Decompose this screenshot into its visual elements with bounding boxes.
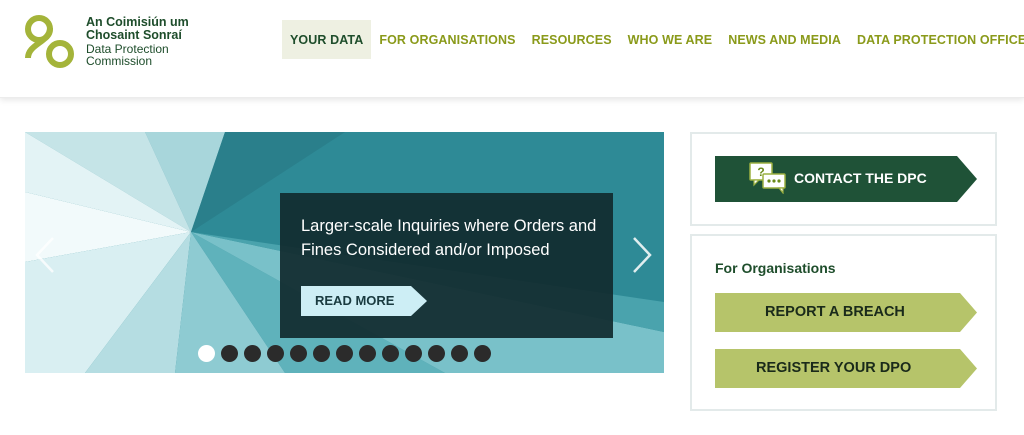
carousel-slide-title: Larger-scale Inquiries where Orders and …	[301, 217, 597, 259]
contact-panel: ? CONTACT THE DPC	[690, 132, 997, 226]
logo-line-4: Commission	[86, 54, 153, 69]
contact-dpc-button[interactable]: ? CONTACT THE DPC	[715, 156, 977, 202]
carousel-dot[interactable]	[359, 345, 376, 362]
nav-resources[interactable]: RESOURCES	[524, 20, 620, 59]
site-header: An Coimisiún um Chosaint Sonraí Data Pro…	[0, 0, 1024, 98]
carousel-dot[interactable]	[405, 345, 422, 362]
carousel-dot[interactable]	[244, 345, 261, 362]
carousel-dot[interactable]	[313, 345, 330, 362]
carousel-dot[interactable]	[290, 345, 307, 362]
nav-data-protection-officers[interactable]: DATA PROTECTION OFFICERS	[849, 20, 1024, 59]
read-more-label: READ MORE	[315, 293, 395, 308]
carousel-dot[interactable]	[198, 345, 215, 362]
organisations-heading: For Organisations	[715, 260, 836, 276]
carousel-dot[interactable]	[221, 345, 238, 362]
read-more-button[interactable]: READ MORE	[301, 286, 427, 316]
carousel-dot[interactable]	[474, 345, 491, 362]
nav-who-we-are[interactable]: WHO WE ARE	[620, 20, 721, 59]
dpc-logo[interactable]: An Coimisiún um Chosaint Sonraí Data Pro…	[22, 14, 192, 70]
report-breach-button[interactable]: REPORT A BREACH	[715, 293, 977, 332]
carousel-caption: Larger-scale Inquiries where Orders and …	[280, 193, 613, 338]
carousel-dot[interactable]	[382, 345, 399, 362]
hero-carousel: Larger-scale Inquiries where Orders and …	[25, 132, 664, 373]
carousel-dot[interactable]	[451, 345, 468, 362]
carousel-prev-arrow-icon[interactable]	[33, 235, 57, 275]
chat-bubbles-icon: ?	[749, 162, 786, 194]
register-dpo-label: REGISTER YOUR DPO	[756, 360, 912, 376]
carousel-next-arrow-icon[interactable]	[630, 235, 654, 275]
contact-dpc-label: CONTACT THE DPC	[794, 170, 927, 186]
register-dpo-button[interactable]: REGISTER YOUR DPO	[715, 349, 977, 388]
carousel-pagination	[198, 345, 497, 363]
nav-for-organisations[interactable]: FOR ORGANISATIONS	[371, 20, 523, 59]
report-breach-label: REPORT A BREACH	[765, 304, 905, 320]
logo-line-2: Chosaint Sonraí	[86, 28, 182, 43]
logo-text: An Coimisiún um Chosaint Sonraí Data Pro…	[86, 16, 189, 69]
dpc-logo-mark-icon	[25, 15, 74, 68]
carousel-dot[interactable]	[336, 345, 353, 362]
nav-news-and-media[interactable]: NEWS AND MEDIA	[720, 20, 849, 59]
carousel-dot[interactable]	[267, 345, 284, 362]
nav-your-data[interactable]: YOUR DATA	[282, 20, 372, 59]
carousel-dot[interactable]	[428, 345, 445, 362]
main-nav: YOUR DATA FOR ORGANISATIONS RESOURCES WH…	[282, 20, 1024, 59]
organisations-panel: For Organisations REPORT A BREACH REGIST…	[690, 234, 997, 411]
